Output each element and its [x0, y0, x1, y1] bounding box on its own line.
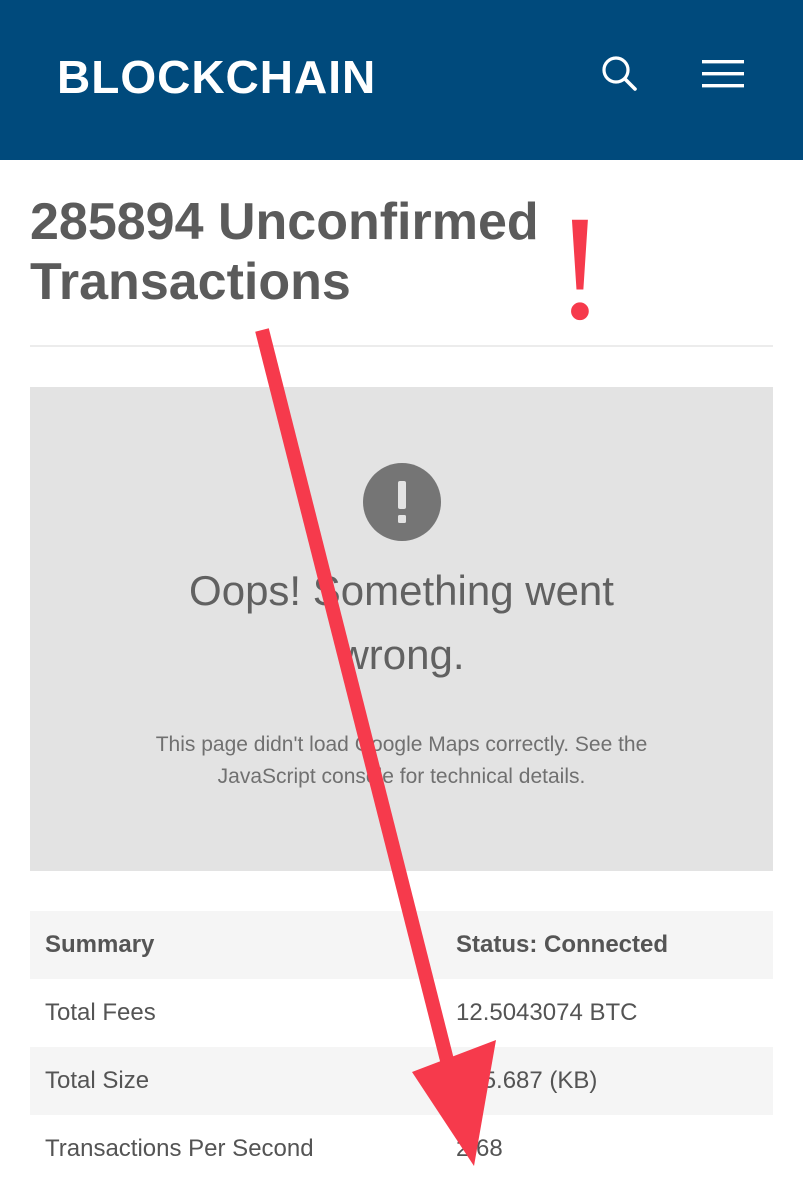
search-icon — [602, 56, 637, 91]
menu-button[interactable] — [700, 58, 746, 90]
row-label: Total Fees — [45, 999, 156, 1026]
title-line-2: Transactions — [30, 253, 351, 311]
connection-status: Status: Connected — [456, 931, 669, 958]
divider — [30, 345, 773, 347]
title-line-1: 285894 Unconfirmed — [30, 193, 539, 251]
row-value: 12.5043074 BTC — [456, 999, 638, 1026]
row-value: 135.687 (KB) — [456, 1067, 598, 1094]
error-heading-line-1: Oops! Something went — [189, 567, 614, 614]
table-row: Total Size 135.687 (KB) — [30, 1047, 773, 1115]
summary-header-row: Summary Status: Connected — [30, 911, 773, 979]
summary-label: Summary — [45, 931, 155, 958]
hamburger-menu-icon — [702, 60, 744, 88]
site-header: BLOCKCHAIN — [0, 0, 803, 160]
map-error-panel: Oops! Something went wrong. This page di… — [30, 387, 773, 871]
error-heading: Oops! Something went wrong. — [30, 559, 773, 687]
search-button[interactable] — [598, 52, 640, 94]
row-value: 2.68 — [456, 1135, 503, 1162]
blockchain-logo[interactable]: BLOCKCHAIN — [57, 50, 376, 104]
error-detail: This page didn't load Google Maps correc… — [30, 729, 773, 793]
row-label: Total Size — [45, 1067, 150, 1094]
row-label: Transactions Per Second — [45, 1135, 314, 1162]
summary-table: Summary Status: Connected Total Fees 12.… — [30, 911, 773, 1183]
error-heading-line-2: wrong. — [338, 631, 465, 678]
table-row: Transactions Per Second 2.68 — [30, 1115, 773, 1183]
error-detail-line-1: This page didn't load Google Maps correc… — [155, 733, 648, 756]
table-row: Total Fees 12.5043074 BTC — [30, 979, 773, 1047]
page-title: 285894 Unconfirmed Transactions — [30, 192, 590, 312]
error-detail-line-2: JavaScript console for technical details… — [217, 765, 586, 788]
exclamation-circle-icon — [363, 463, 441, 541]
